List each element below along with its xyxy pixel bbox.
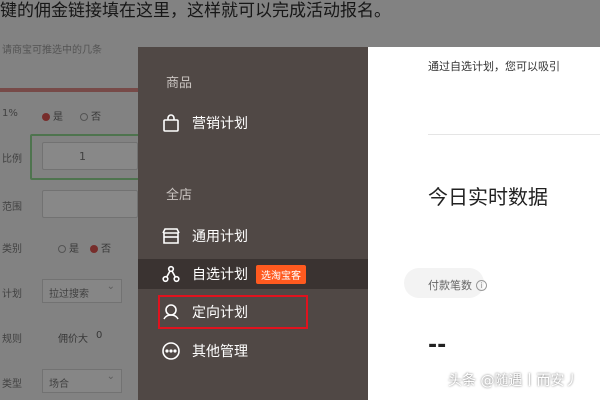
info-icon[interactable]: i xyxy=(476,279,487,291)
share-nodes-icon xyxy=(160,263,182,285)
more-icon xyxy=(160,340,182,362)
panel-description: 通过自选计划，您可以吸引 xyxy=(428,60,560,73)
menu-item-other-management[interactable]: 其他管理 xyxy=(160,336,248,366)
annotation-highlight-box xyxy=(158,295,308,329)
menu-item-label: 通用计划 xyxy=(192,229,248,245)
menu-item-selected-plan[interactable]: 自选计划 选淘宝客 xyxy=(138,259,368,289)
shopping-bag-icon xyxy=(160,112,182,134)
metric-label-row: 付款笔数 i xyxy=(428,277,487,293)
menu-group-goods: 商品 xyxy=(166,76,193,91)
metric-value: -- xyxy=(428,333,447,358)
menu-group-shop: 全店 xyxy=(166,188,193,203)
menu-item-label: 营销计划 xyxy=(192,116,248,132)
menu-item-general-plan[interactable]: 通用计划 xyxy=(160,221,248,251)
plan-dropdown-menu: 商品 营销计划 全店 通用计划 自选计划 选淘宝客 定向计划 其他管理 xyxy=(138,47,368,400)
panel-title: 今日实时数据 xyxy=(428,185,548,209)
store-icon xyxy=(160,225,182,247)
metric-label: 付款笔数 xyxy=(428,279,472,292)
menu-item-marketing-plan[interactable]: 营销计划 xyxy=(160,108,248,138)
content-panel: 通过自选计划，您可以吸引 今日实时数据 付款笔数 i -- xyxy=(368,47,600,400)
menu-item-label: 自选计划 xyxy=(192,267,248,283)
panel-divider xyxy=(428,134,600,135)
menu-item-badge: 选淘宝客 xyxy=(256,264,306,284)
watermark: 头条 @随遇丨而安丿 xyxy=(448,373,579,389)
menu-item-label: 其他管理 xyxy=(192,344,248,360)
